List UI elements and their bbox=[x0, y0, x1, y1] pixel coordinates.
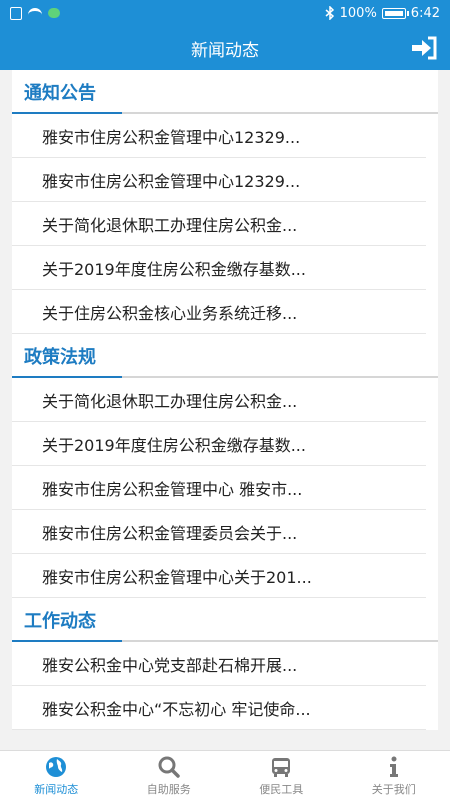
section-header: 通知公告 bbox=[12, 70, 438, 114]
page-title: 新闻动态 bbox=[191, 40, 259, 61]
news-item[interactable]: 关于住房公积金核心业务系统迁移... bbox=[12, 290, 426, 334]
bottom-tab-bar: 新闻动态 自助服务 便民工具 关于我们 bbox=[0, 750, 450, 800]
news-item[interactable]: 雅安公积金中心党支部赴石棉开展... bbox=[12, 642, 426, 686]
section-title: 通知公告 bbox=[24, 83, 96, 104]
news-item[interactable]: 雅安市住房公积金管理中心12329... bbox=[12, 158, 426, 202]
tab-self-service[interactable]: 自助服务 bbox=[113, 751, 226, 800]
status-bar: 100% 6:42 bbox=[0, 0, 450, 26]
news-item[interactable]: 雅安市住房公积金管理中心 雅安市... bbox=[12, 466, 426, 510]
news-item[interactable]: 雅安市住房公积金管理中心12329... bbox=[12, 114, 426, 158]
tab-news[interactable]: 新闻动态 bbox=[0, 751, 113, 800]
section-title: 政策法规 bbox=[24, 347, 96, 368]
news-card: 通知公告 雅安市住房公积金管理中心12329... 雅安市住房公积金管理中心12… bbox=[12, 70, 438, 730]
app-bar: 新闻动态 bbox=[0, 26, 450, 70]
section-notices: 通知公告 雅安市住房公积金管理中心12329... 雅安市住房公积金管理中心12… bbox=[12, 70, 438, 334]
sim-icon bbox=[10, 6, 22, 20]
section-work-news: 工作动态 雅安公积金中心党支部赴石棉开展... 雅安公积金中心“不忘初心 牢记使… bbox=[12, 598, 438, 730]
section-divider bbox=[12, 640, 438, 642]
tab-label: 自助服务 bbox=[146, 782, 191, 796]
wifi-icon bbox=[28, 8, 42, 18]
tab-about[interactable]: 关于我们 bbox=[338, 751, 450, 800]
section-title: 工作动态 bbox=[24, 611, 96, 632]
news-item[interactable]: 关于简化退休职工办理住房公积金... bbox=[12, 202, 426, 246]
news-item[interactable]: 关于简化退休职工办理住房公积金... bbox=[12, 378, 426, 422]
bluetooth-icon bbox=[325, 6, 334, 20]
news-item[interactable]: 关于2019年度住房公积金缴存基数... bbox=[12, 246, 426, 290]
clock: 6:42 bbox=[410, 5, 440, 21]
section-divider bbox=[12, 112, 438, 114]
bus-icon bbox=[272, 757, 291, 777]
section-divider bbox=[12, 376, 438, 378]
news-item[interactable]: 雅安公积金中心“不忘初心 牢记使命... bbox=[12, 686, 426, 730]
news-item[interactable]: 雅安市住房公积金管理委员会关于... bbox=[12, 510, 426, 554]
news-item[interactable]: 雅安市住房公积金管理中心关于201... bbox=[12, 554, 426, 598]
section-header: 工作动态 bbox=[12, 598, 438, 642]
tab-tools[interactable]: 便民工具 bbox=[225, 751, 338, 800]
battery-icon bbox=[381, 7, 409, 19]
info-icon bbox=[389, 756, 398, 777]
globe-icon bbox=[46, 756, 67, 777]
search-icon bbox=[158, 756, 180, 778]
news-content[interactable]: 通知公告 雅安市住房公积金管理中心12329... 雅安市住房公积金管理中心12… bbox=[0, 70, 450, 750]
section-header: 政策法规 bbox=[12, 334, 438, 378]
tab-label: 便民工具 bbox=[259, 782, 304, 796]
section-policies: 政策法规 关于简化退休职工办理住房公积金... 关于2019年度住房公积金缴存基… bbox=[12, 334, 438, 598]
tab-label: 新闻动态 bbox=[34, 782, 79, 796]
battery-percentage: 100% bbox=[339, 5, 377, 21]
notification-icon bbox=[48, 8, 60, 18]
news-item[interactable]: 关于2019年度住房公积金缴存基数... bbox=[12, 422, 426, 466]
login-icon[interactable] bbox=[410, 36, 438, 60]
tab-label: 关于我们 bbox=[371, 782, 416, 796]
